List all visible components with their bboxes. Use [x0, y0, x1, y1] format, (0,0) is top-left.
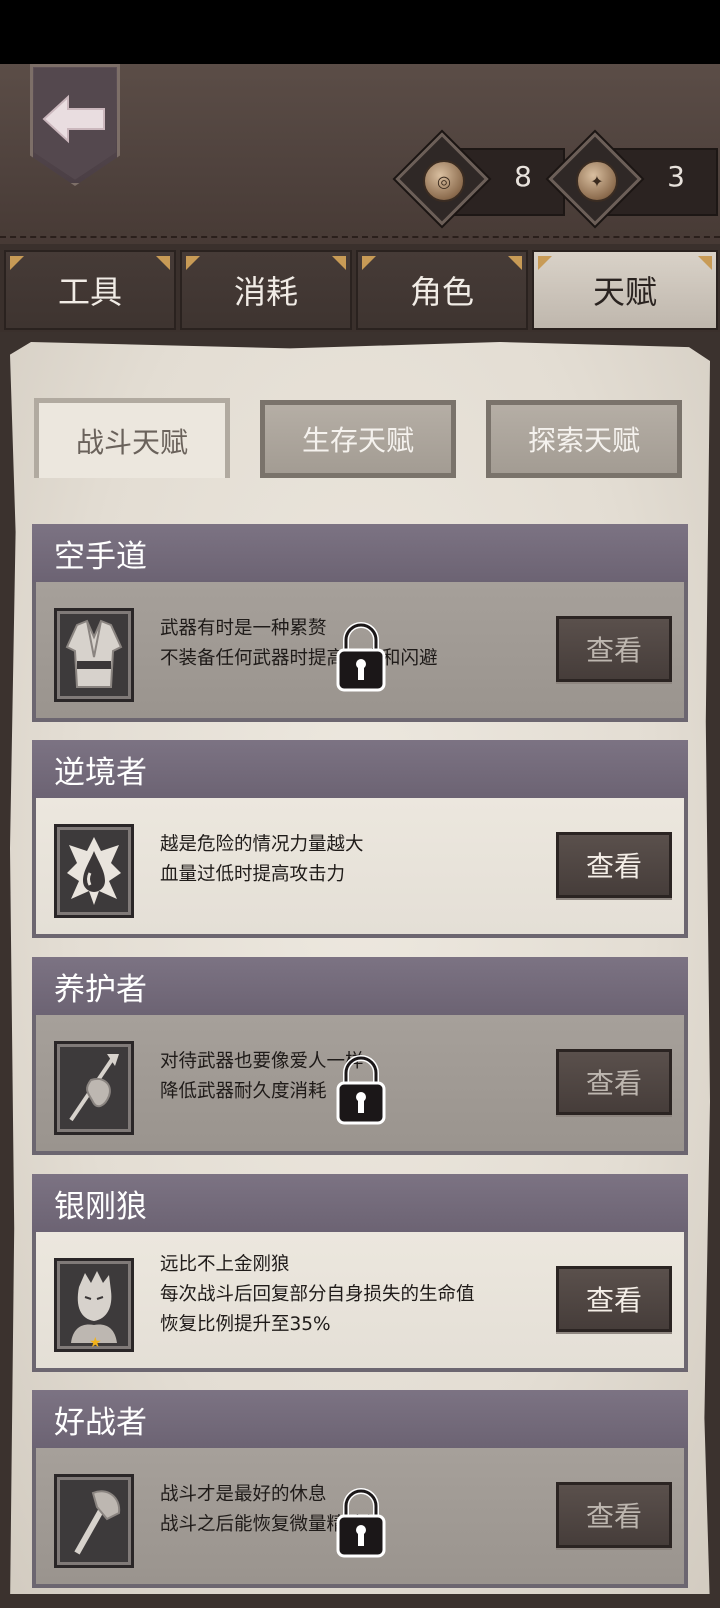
talent-description: 武器有时是一种累赘 不装备任何武器时提高暴击和闪避: [160, 614, 438, 674]
category-tabbar: 工具 消耗 角色 天赋: [0, 244, 720, 332]
coin-icon: ◎: [423, 160, 465, 202]
view-button[interactable]: 查看: [556, 1049, 672, 1115]
bird-coin-icon: ✦: [576, 160, 618, 202]
talent-desc-line: 降低武器耐久度消耗: [160, 1081, 327, 1102]
talent-body: 武器有时是一种累赘 不装备任何武器时提高暴击和闪避 查看: [32, 582, 688, 722]
tab-consumables[interactable]: 消耗: [180, 250, 352, 330]
tab-label: 工具: [57, 273, 122, 311]
wolverine-portrait-icon: ★: [54, 1258, 134, 1352]
spear-cloth-icon: [54, 1041, 134, 1135]
talent-desc-line: 武器有时是一种累赘: [160, 618, 327, 639]
lock-icon: [336, 1488, 386, 1558]
corner-ornament: [362, 256, 376, 270]
talent-body: 对待武器也要像爱人一样 降低武器耐久度消耗 查看: [32, 1015, 688, 1155]
talent-desc-line: 远比不上金刚狼: [160, 1254, 290, 1275]
axe-icon: [54, 1474, 134, 1568]
talent-desc-line: 不装备任何武器时提高暴击和闪避: [160, 648, 438, 669]
coin-count: 8: [514, 160, 532, 193]
talent-card: 空手道 武器有时是一种累赘 不装备任何武器时提高暴击和闪避 查看: [32, 524, 688, 722]
talent-card: 银刚狼 ★ 远比不上金刚狼 每次战斗后回复部分自身损失的生命值 恢复比例提升至3…: [32, 1174, 688, 1372]
corner-ornament: [698, 256, 712, 270]
talent-description: 远比不上金刚狼 每次战斗后回复部分自身损失的生命值 恢复比例提升至35%: [160, 1250, 475, 1340]
karate-gi-icon: [54, 608, 134, 702]
talent-description: 越是危险的情况力量越大 血量过低时提高攻击力: [160, 830, 364, 890]
panel-bottom-border: [0, 1594, 720, 1608]
status-bar: [0, 0, 720, 64]
corner-ornament: [156, 256, 170, 270]
tab-talents[interactable]: 天赋: [532, 250, 718, 330]
talent-desc-line: 越是危险的情况力量越大: [160, 834, 364, 855]
talent-body: ★ 远比不上金刚狼 每次战斗后回复部分自身损失的生命值 恢复比例提升至35% 查…: [32, 1232, 688, 1372]
tab-label: 角色: [409, 273, 474, 311]
talent-title: 空手道: [32, 524, 688, 582]
corner-ornament: [10, 256, 24, 270]
corner-ornament: [186, 256, 200, 270]
talent-desc-line: 血量过低时提高攻击力: [160, 864, 346, 885]
header: ◎ 8 ✦ 3: [0, 64, 720, 244]
talent-desc-line: 对待武器也要像爱人一样: [160, 1051, 364, 1072]
corner-ornament: [332, 256, 346, 270]
subtab-label: 战斗天赋: [75, 425, 188, 459]
back-arrow-icon: [42, 94, 105, 144]
blood-drop-icon: [54, 824, 134, 918]
subtab-label: 探索天赋: [527, 424, 640, 457]
talent-desc-line: 恢复比例提升至35%: [160, 1314, 331, 1335]
subtab-label: 生存天赋: [301, 424, 414, 457]
back-button[interactable]: [30, 64, 120, 186]
view-button[interactable]: 查看: [556, 832, 672, 898]
view-button[interactable]: 查看: [556, 1266, 672, 1332]
talent-card: 养护者 对待武器也要像爱人一样 降低武器耐久度消耗 查看: [32, 957, 688, 1155]
view-button[interactable]: 查看: [556, 616, 672, 682]
talent-title: 逆境者: [32, 740, 688, 798]
tab-tools[interactable]: 工具: [4, 250, 176, 330]
tab-label: 消耗: [233, 273, 298, 311]
tab-characters[interactable]: 角色: [356, 250, 528, 330]
lock-icon: [336, 622, 386, 692]
talent-title: 好战者: [32, 1390, 688, 1448]
subtab-survival-talents[interactable]: 生存天赋: [260, 400, 456, 478]
talent-card: 好战者 战斗才是最好的休息 战斗之后能恢复微量精神值 查看: [32, 1390, 688, 1588]
subtab-combat-talents[interactable]: 战斗天赋: [34, 398, 230, 478]
talent-title: 养护者: [32, 957, 688, 1015]
talent-body: 战斗才是最好的休息 战斗之后能恢复微量精神值 查看: [32, 1448, 688, 1588]
bird-coin-count: 3: [667, 160, 685, 193]
talent-desc-line: 每次战斗后回复部分自身损失的生命值: [160, 1284, 475, 1305]
subtab-exploration-talents[interactable]: 探索天赋: [486, 400, 682, 478]
talent-title: 银刚狼: [32, 1174, 688, 1232]
tab-label: 天赋: [592, 273, 657, 311]
talent-description: 对待武器也要像爱人一样 降低武器耐久度消耗: [160, 1047, 364, 1107]
talent-card: 逆境者 越是危险的情况力量越大 血量过低时提高攻击力 查看: [32, 740, 688, 938]
star-icon: ★: [89, 1335, 102, 1351]
corner-ornament: [538, 256, 552, 270]
lock-icon: [336, 1055, 386, 1125]
talent-body: 越是危险的情况力量越大 血量过低时提高攻击力 查看: [32, 798, 688, 938]
view-button[interactable]: 查看: [556, 1482, 672, 1548]
corner-ornament: [508, 256, 522, 270]
